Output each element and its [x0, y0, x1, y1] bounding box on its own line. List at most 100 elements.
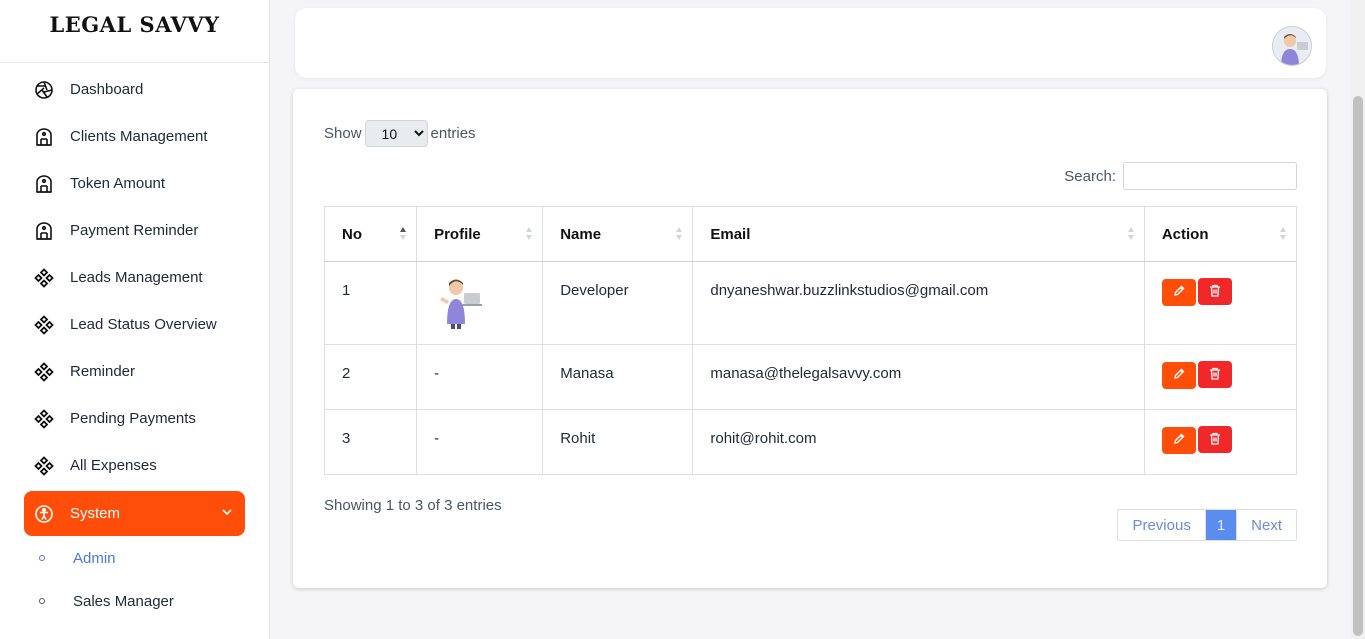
circle-icon [39, 555, 45, 561]
cell-name: Developer [542, 261, 694, 345]
sidebar-item-label: Clients Management [70, 128, 208, 145]
accessibility-icon [34, 504, 54, 524]
sidebar-item-label: Pending Payments [70, 410, 196, 427]
cell-no: 3 [323, 409, 418, 475]
page-length-control: Show 10 entries [324, 120, 476, 147]
edit-button[interactable] [1161, 361, 1196, 389]
sort-ascending-icon [400, 227, 407, 244]
next-page-button[interactable]: Next [1236, 510, 1296, 540]
pencil-icon [1173, 433, 1185, 448]
column-header-label: No [342, 225, 362, 243]
column-header-name[interactable]: Name [542, 206, 694, 262]
delete-button[interactable] [1197, 361, 1232, 388]
sidebar-item-label: Lead Status Overview [70, 316, 217, 333]
page-button-current[interactable]: 1 [1205, 510, 1237, 540]
logo[interactable]: LEGAL SAVVY [0, 0, 269, 63]
scrollbar[interactable] [1351, 0, 1365, 639]
delete-button[interactable] [1197, 278, 1232, 305]
pencil-icon [1173, 368, 1185, 383]
table-info: Showing 1 to 3 of 3 entries [324, 497, 502, 514]
sidebar-item-all-expenses[interactable]: All Expenses [24, 443, 245, 488]
search-input[interactable] [1123, 162, 1297, 190]
aperture-icon [34, 80, 54, 100]
edit-button[interactable] [1161, 426, 1196, 454]
sidebar-item-label: System [70, 505, 121, 522]
column-header-action[interactable]: Action [1143, 206, 1298, 262]
sidebar-item-label: Dashboard [70, 81, 144, 98]
cell-email: manasa@thelegalsavvy.com [692, 344, 1145, 410]
avatar-image [1273, 27, 1311, 65]
sidebar-item-label: Token Amount [70, 175, 166, 192]
sidebar-item-label: Payment Reminder [70, 222, 199, 239]
scrollbar-thumb[interactable] [1353, 96, 1363, 636]
table-row: 3 - Rohit rohit@rohit.com [323, 409, 1298, 475]
components-icon [34, 267, 54, 288]
cell-profile: - [416, 409, 544, 475]
sidebar-item-reminder[interactable]: Reminder [24, 349, 245, 394]
cell-email: dnyaneshwar.buzzlinkstudios@gmail.com [692, 261, 1145, 345]
pagination: Previous 1 Next [1117, 509, 1297, 541]
components-icon [34, 455, 54, 476]
entries-label: entries [430, 125, 476, 142]
sidebar-item-leads-management[interactable]: Leads Management [24, 255, 245, 300]
sidebar-item-label: All Expenses [70, 457, 157, 474]
page-length-select[interactable]: 10 [364, 120, 428, 147]
show-label: Show [324, 125, 362, 142]
header-bar [295, 8, 1326, 78]
pencil-icon [1173, 285, 1185, 300]
sidebar-subitem-label: Sales Manager [73, 592, 174, 610]
table-header-row: No Profile Name Email Action [323, 206, 1298, 262]
cell-name: Manasa [542, 344, 694, 410]
trash-icon [1209, 284, 1221, 300]
edit-button[interactable] [1161, 278, 1196, 306]
cell-action [1143, 409, 1298, 475]
sidebar-subitem-sales-manager[interactable]: Sales Manager [24, 583, 245, 619]
cell-name: Rohit [542, 409, 694, 475]
cell-action [1143, 261, 1298, 345]
sort-icon [676, 227, 683, 244]
sidebar-item-label: Reminder [70, 363, 136, 380]
cell-profile: - [416, 344, 544, 410]
table-row: 1 Developer dnyaneshwar.buzzlinkstudios@ [323, 261, 1298, 345]
column-header-label: Action [1161, 225, 1209, 243]
search-label: Search: [1064, 167, 1116, 185]
column-header-label: Email [710, 225, 751, 243]
table-row: 2 - Manasa manasa@thelegalsavvy.com [323, 344, 1298, 410]
cell-no: 1 [323, 261, 418, 345]
sidebar-item-payment-reminder[interactable]: Payment Reminder [24, 208, 245, 253]
cell-no: 2 [323, 344, 418, 410]
cell-action [1143, 344, 1298, 410]
components-icon [34, 408, 54, 429]
delete-button[interactable] [1197, 426, 1232, 453]
components-icon [34, 361, 54, 382]
admin-table-card: Show 10 entries Search: No Profile Name … [293, 89, 1327, 588]
trash-icon [1209, 432, 1221, 448]
column-header-label: Name [560, 225, 602, 243]
building-icon [34, 174, 54, 194]
profile-image [440, 279, 483, 329]
sidebar-item-token-amount[interactable]: Token Amount [24, 161, 245, 206]
sidebar-subitem-admin[interactable]: Admin [24, 540, 245, 576]
building-icon [34, 221, 54, 241]
chevron-down-icon [221, 505, 233, 523]
column-header-no[interactable]: No [323, 206, 418, 262]
sidebar-item-clients[interactable]: Clients Management [24, 114, 245, 159]
table-search: Search: [1064, 162, 1297, 190]
column-header-email[interactable]: Email [692, 206, 1145, 262]
sidebar-subitem-label: Admin [73, 549, 116, 567]
sort-icon [526, 227, 533, 244]
user-avatar[interactable] [1272, 26, 1312, 66]
sidebar-item-dashboard[interactable]: Dashboard [24, 67, 245, 112]
logo-text: LEGAL SAVVY [49, 11, 220, 37]
sidebar-item-lead-status-overview[interactable]: Lead Status Overview [24, 302, 245, 347]
sort-icon [1280, 227, 1286, 244]
column-header-profile[interactable]: Profile [416, 206, 544, 262]
cell-email: rohit@rohit.com [692, 409, 1145, 475]
sort-icon [1127, 227, 1134, 244]
sidebar-item-system[interactable]: System [24, 491, 245, 536]
building-icon [34, 127, 54, 147]
trash-icon [1209, 367, 1221, 383]
sidebar-item-pending-payments[interactable]: Pending Payments [24, 396, 245, 441]
sidebar: LEGAL SAVVY Dashboard Clients Management… [0, 0, 270, 639]
previous-page-button[interactable]: Previous [1118, 510, 1206, 540]
